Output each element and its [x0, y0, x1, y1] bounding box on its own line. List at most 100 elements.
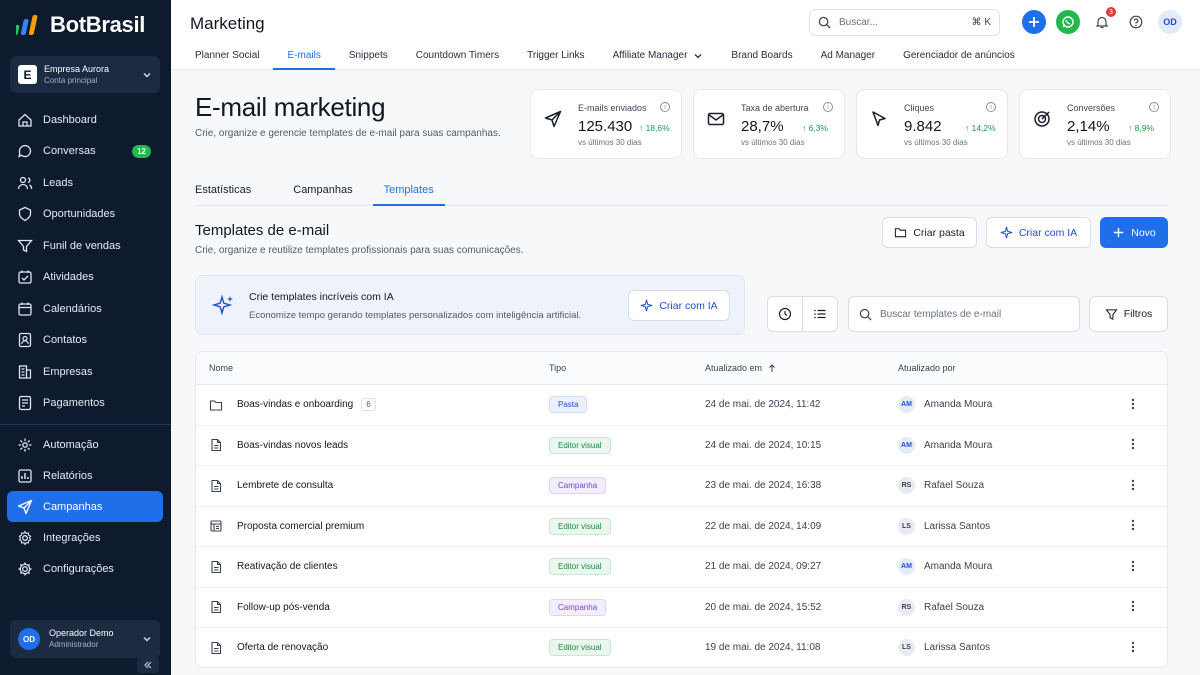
- avatar: LS: [898, 639, 915, 657]
- sidebar-item-atividades[interactable]: Atividades: [7, 262, 163, 294]
- col-name[interactable]: Nome: [209, 363, 233, 373]
- sidebar-item-automacao[interactable]: Automação: [7, 429, 163, 460]
- template-search-input[interactable]: Buscar templates de e-mail: [848, 296, 1080, 332]
- tab-trigger-links[interactable]: Trigger Links: [513, 41, 598, 70]
- cursor-icon: [872, 111, 886, 127]
- tab-estatisticas[interactable]: Estatísticas: [195, 174, 262, 205]
- gear-icon: [18, 562, 32, 575]
- sidebar-item-calendarios[interactable]: Calendários: [7, 293, 163, 325]
- sidebar-item-oportunidades[interactable]: Oportunidades: [7, 199, 163, 231]
- workspace-sub: Conta principal: [44, 75, 98, 85]
- filters-button[interactable]: Filtros: [1089, 296, 1168, 332]
- workspace-badge: E: [18, 65, 37, 84]
- create-with-ai-button[interactable]: Criar com IA: [986, 217, 1091, 248]
- table-row[interactable]: Follow-up pós-venda Campanha 20 de mai. …: [196, 588, 1167, 628]
- page-title: E-mail marketing: [195, 92, 386, 122]
- sidebar-item-label: Atividades: [43, 271, 94, 284]
- info-icon[interactable]: i: [1149, 102, 1159, 112]
- tab-campanhas[interactable]: Campanhas: [262, 174, 363, 205]
- tab-templates[interactable]: Templates: [372, 174, 445, 206]
- sidebar-item-contatos[interactable]: Contatos: [7, 325, 163, 357]
- tab-brand-boards[interactable]: Brand Boards: [717, 41, 806, 70]
- list-icon: [814, 309, 826, 319]
- sidebar-item-empresas[interactable]: Empresas: [7, 356, 163, 388]
- sidebar-item-pagamentos[interactable]: Pagamentos: [7, 388, 163, 420]
- info-icon[interactable]: i: [823, 102, 833, 112]
- add-button[interactable]: [1022, 10, 1046, 34]
- section-title: Marketing: [190, 14, 265, 33]
- col-type[interactable]: Tipo: [549, 363, 566, 373]
- tab-affiliate-manager[interactable]: Affiliate Manager: [599, 41, 718, 70]
- sidebar-item-configuracoes[interactable]: Configurações: [7, 553, 163, 584]
- row-menu-button[interactable]: [1131, 518, 1135, 534]
- more-vertical-icon: [1131, 520, 1135, 531]
- tab-gerenciador-de-an-ncios[interactable]: Gerenciador de anúncios: [889, 41, 1029, 70]
- table-row[interactable]: Lembrete de consulta Campanha 23 de mai.…: [196, 466, 1167, 507]
- row-menu-button[interactable]: [1131, 397, 1135, 413]
- search-icon: [818, 16, 831, 29]
- template-name[interactable]: Reativação de clientes: [237, 561, 338, 572]
- whatsapp-button[interactable]: [1056, 10, 1080, 34]
- template-name[interactable]: Proposta comercial premium: [237, 521, 364, 532]
- account-avatar[interactable]: OD: [1158, 10, 1182, 34]
- help-button[interactable]: [1124, 10, 1148, 34]
- sidebar-item-label: Contatos: [43, 334, 88, 347]
- col-updated-by[interactable]: Atualizado por: [898, 363, 956, 373]
- avatar: AM: [898, 558, 915, 576]
- sidebar-item-label: Dashboard: [43, 113, 97, 126]
- template-name[interactable]: Oferta de renovação: [237, 642, 328, 653]
- workspace-switcher[interactable]: E Empresa Aurora Conta principal: [10, 56, 160, 93]
- template-name[interactable]: Follow-up pós-venda: [237, 602, 330, 613]
- ai-banner-button[interactable]: Criar com IA: [628, 290, 730, 321]
- global-search[interactable]: Buscar... ⌘ K: [809, 9, 1000, 36]
- sidebar-item-dashboard[interactable]: Dashboard: [7, 104, 163, 136]
- sidebar-item-campanhas[interactable]: Campanhas: [7, 491, 163, 522]
- table-row[interactable]: Reativação de clientes Editor visual 21 …: [196, 547, 1167, 588]
- sidebar-item-leads[interactable]: Leads: [7, 167, 163, 199]
- notifications-button[interactable]: 3: [1090, 7, 1116, 34]
- filter-icon: [1105, 308, 1118, 320]
- table-row[interactable]: Oferta de renovação Editor visual 19 de …: [196, 628, 1167, 667]
- document-icon: [211, 641, 222, 654]
- type-badge: Editor visual: [549, 558, 611, 576]
- tab-planner-social[interactable]: Planner Social: [181, 41, 273, 70]
- sidebar-item-relatorios[interactable]: Relatórios: [7, 460, 163, 491]
- info-icon[interactable]: i: [660, 102, 670, 112]
- table-row[interactable]: Boas-vindas novos leads Editor visual 24…: [196, 426, 1167, 466]
- tab-ad-manager[interactable]: Ad Manager: [807, 41, 889, 70]
- recent-view-button[interactable]: [767, 296, 803, 332]
- sidebar-item-funil-de-vendas[interactable]: Funil de vendas: [7, 230, 163, 262]
- sidebar-item-integracoes[interactable]: Integrações: [7, 522, 163, 553]
- list-view-button[interactable]: [802, 296, 838, 332]
- collapse-sidebar-button[interactable]: [137, 657, 159, 673]
- row-menu-button[interactable]: [1131, 599, 1135, 615]
- row-menu-button[interactable]: [1131, 478, 1135, 494]
- updated-date: 24 de mai. de 2024, 11:42: [705, 399, 821, 411]
- bell-icon: [1095, 16, 1109, 29]
- kpi-note: vs últimos 30 dias: [904, 138, 968, 147]
- tab-e-mails[interactable]: E-mails: [273, 41, 336, 70]
- row-menu-button[interactable]: [1131, 640, 1135, 656]
- row-menu-button[interactable]: [1131, 437, 1135, 453]
- calendar-icon: [18, 302, 32, 316]
- integrations-icon: [18, 529, 32, 546]
- info-icon[interactable]: i: [986, 102, 996, 112]
- more-vertical-icon: [1131, 560, 1135, 571]
- updated-date: 19 de mai. de 2024, 11:08: [705, 642, 821, 654]
- template-name[interactable]: Boas-vindas e onboarding: [237, 399, 353, 410]
- template-name[interactable]: Boas-vindas novos leads: [237, 440, 348, 451]
- sidebar-item-label: Calendários: [43, 302, 102, 315]
- logo[interactable]: BotBrasil: [16, 12, 145, 38]
- table-row[interactable]: Proposta comercial premium Editor visual…: [196, 507, 1167, 547]
- sidebar-item-conversas[interactable]: Conversas 12: [7, 136, 163, 168]
- table-row[interactable]: Boas-vindas e onboarding 6 Pasta 24 de m…: [196, 385, 1167, 426]
- col-updated[interactable]: Atualizado em: [705, 363, 776, 373]
- template-name[interactable]: Lembrete de consulta: [237, 480, 333, 491]
- tab-snippets[interactable]: Snippets: [335, 41, 402, 70]
- tab-countdown-timers[interactable]: Countdown Timers: [402, 41, 513, 70]
- user-menu[interactable]: OD Operador Demo Administrador: [10, 620, 160, 658]
- new-template-button[interactable]: Novo: [1100, 217, 1168, 248]
- kpi-card-cursor: Cliques 9.842 ↑ 14,2% vs últimos 30 dias…: [856, 89, 1008, 159]
- create-folder-button[interactable]: Criar pasta: [882, 217, 977, 248]
- row-menu-button[interactable]: [1131, 559, 1135, 575]
